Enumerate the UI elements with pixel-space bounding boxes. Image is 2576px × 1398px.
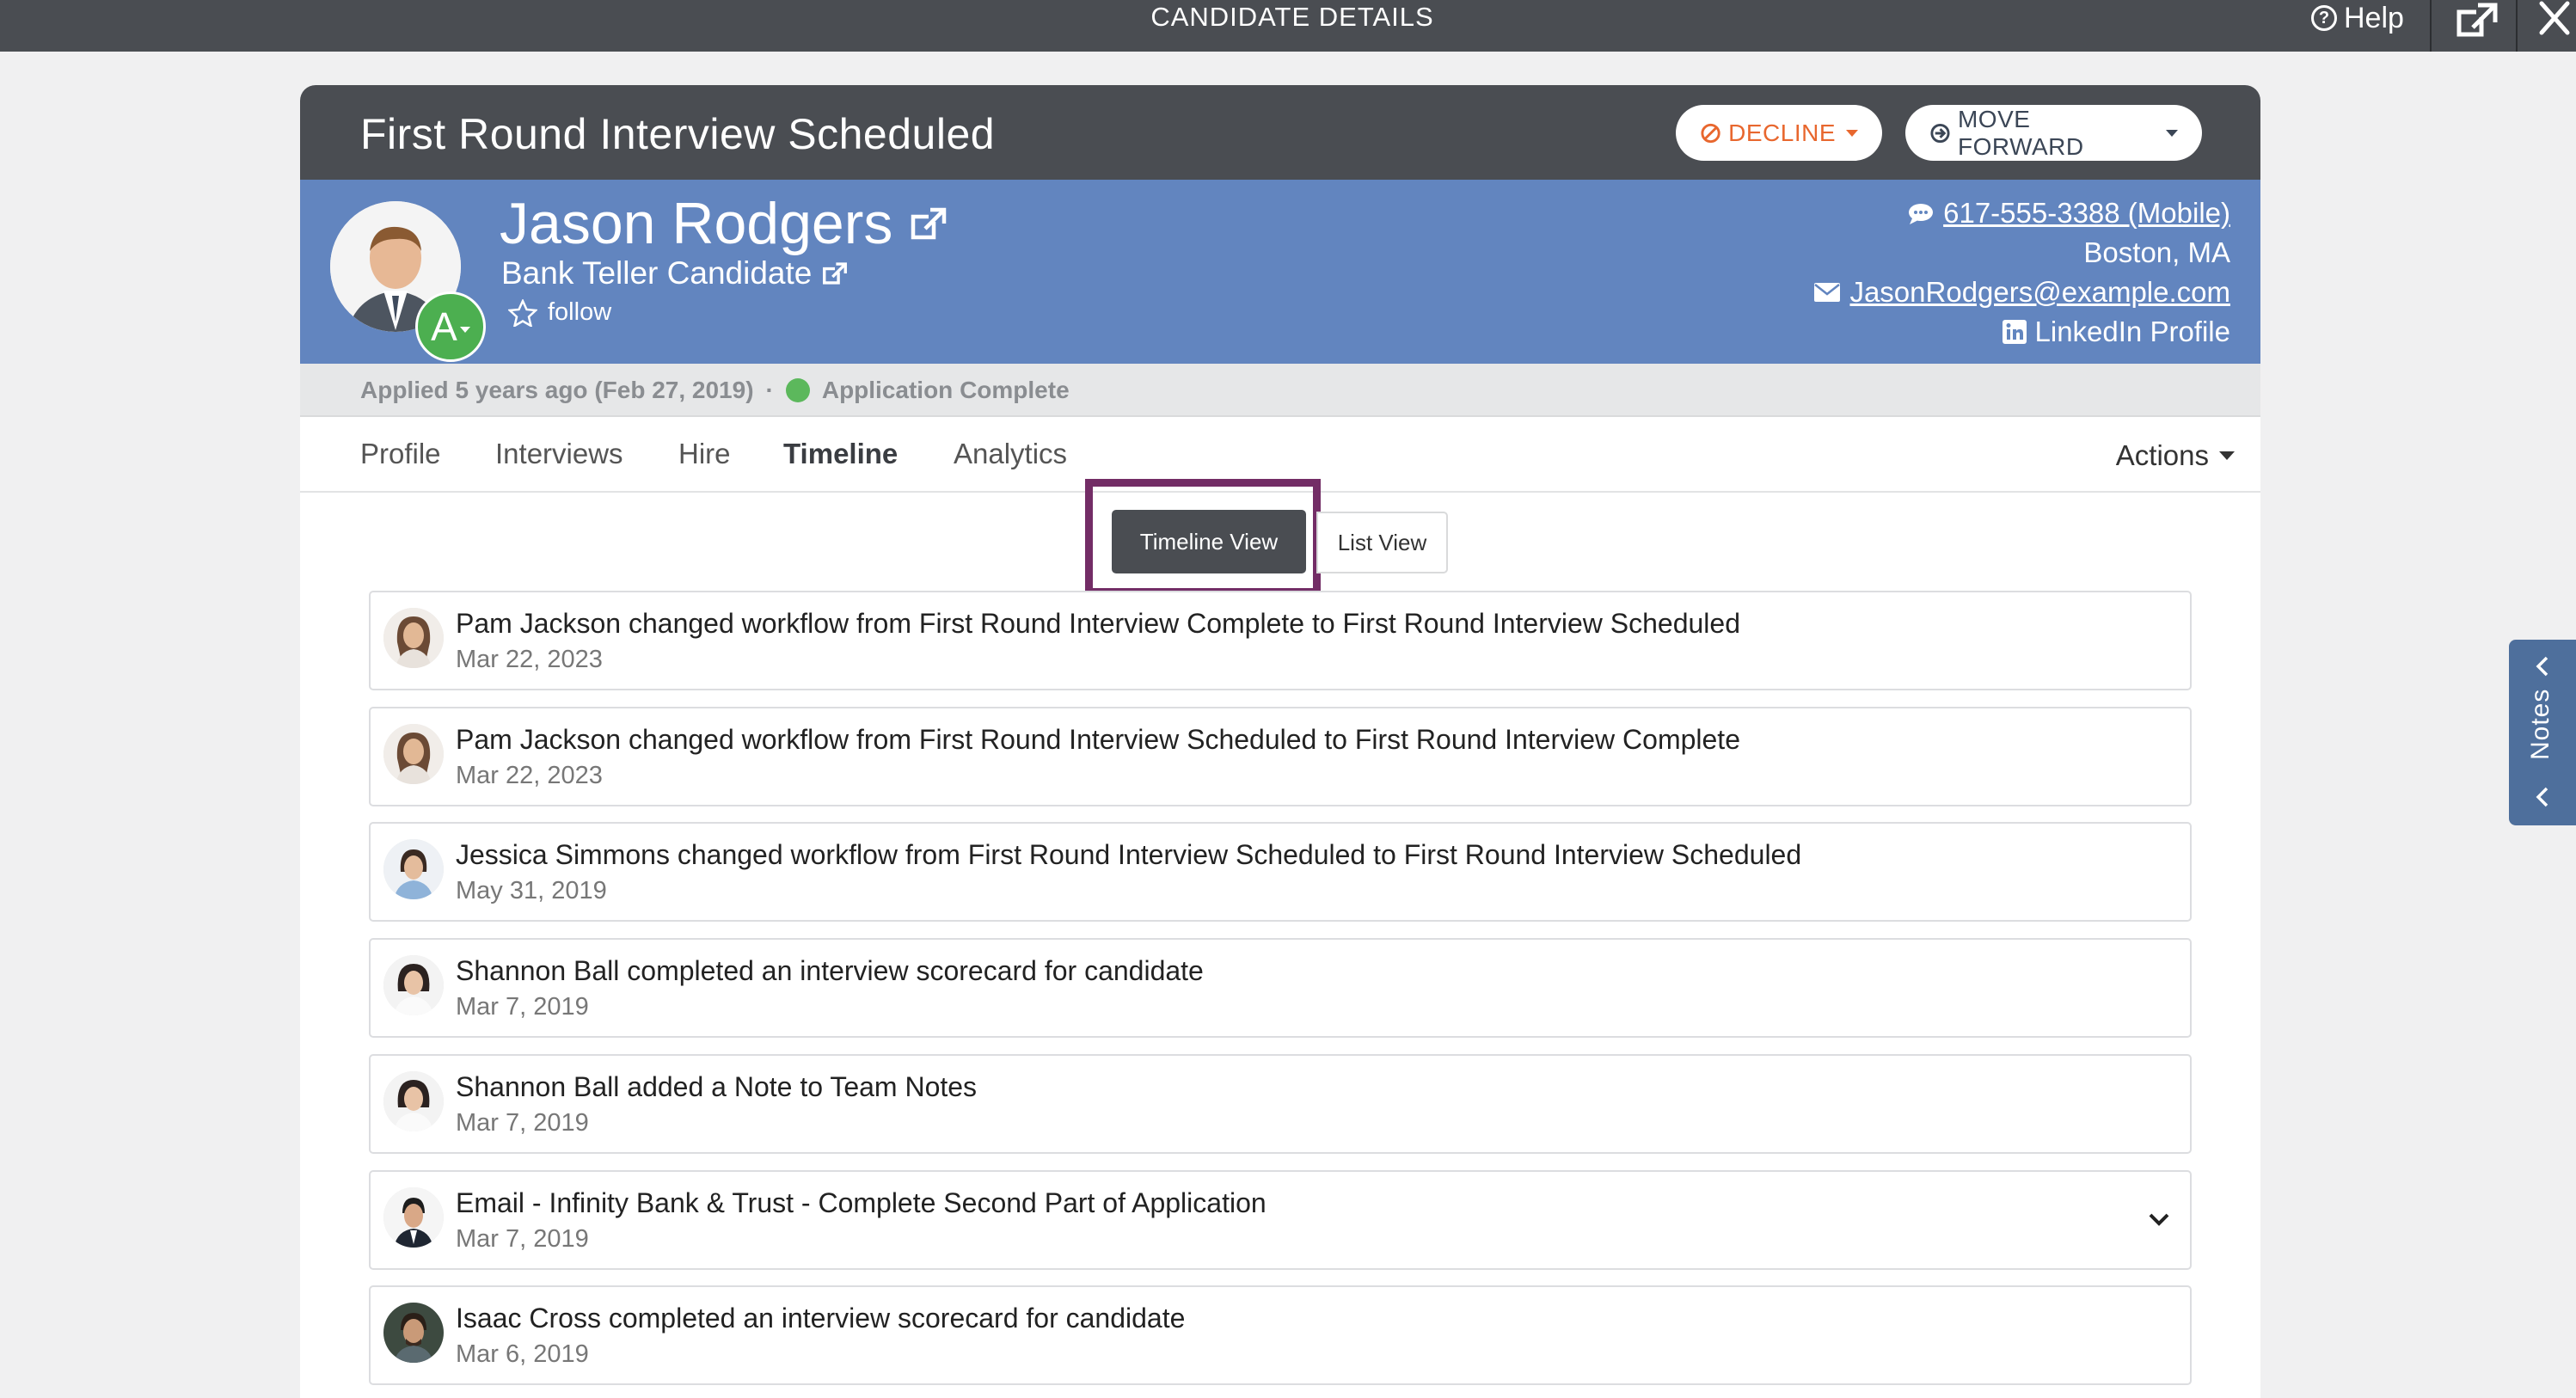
notes-side-tab[interactable]: Notes (2509, 640, 2576, 825)
user-avatar (383, 1071, 444, 1131)
candidate-panel: First Round Interview Scheduled DECLINE … (300, 85, 2260, 1398)
actions-dropdown[interactable]: Actions (2116, 439, 2235, 472)
timeline-item[interactable]: Email - Infinity Bank & Trust - Complete… (369, 1170, 2192, 1270)
move-forward-label: MOVE FORWARD (1957, 105, 2084, 160)
timeline-item: Pam Jackson changed workflow from First … (369, 591, 2192, 690)
timeline-item-title: Shannon Ball completed an interview scor… (456, 955, 1204, 986)
timeline-item-title: Shannon Ball added a Note to Team Notes (456, 1071, 978, 1102)
close-icon[interactable] (2535, 0, 2574, 40)
candidate-grade-badge[interactable]: A (415, 291, 486, 362)
timeline-item: Isaac Cross completed an interview score… (369, 1285, 2192, 1385)
linkedin-label: LinkedIn Profile (2034, 316, 2230, 347)
actions-label: Actions (2115, 439, 2209, 471)
follow-label: follow (548, 298, 612, 326)
contact-info: 617-555-3388 (Mobile) Boston, MA JasonRo… (1813, 193, 2230, 352)
follow-button[interactable]: follow (508, 298, 611, 327)
applied-date: Applied 5 years ago (Feb 27, 2019) (360, 377, 754, 403)
timeline-item-date: Mar 7, 2019 (456, 1109, 589, 1137)
timeline-item: Shannon Ball added a Note to Team Notes … (369, 1054, 2192, 1154)
workflow-status: First Round Interview Scheduled (360, 110, 996, 158)
help-label: Help (2344, 2, 2404, 34)
star-icon (508, 298, 537, 327)
notes-label: Notes (2526, 688, 2555, 760)
workflow-header: First Round Interview Scheduled DECLINE … (300, 85, 2260, 180)
comment-icon (1909, 204, 1934, 224)
divider (2430, 0, 2432, 52)
tab-analytics[interactable]: Analytics (954, 438, 1067, 470)
caret-down-icon (2166, 129, 2178, 137)
chevron-left-icon (2536, 787, 2548, 807)
tab-profile[interactable]: Profile (360, 438, 441, 470)
candidate-name-text: Jason Rodgers (500, 191, 893, 256)
timeline-item: Pam Jackson changed workflow from First … (369, 707, 2192, 806)
timeline-item: Jessica Simmons changed workflow from Fi… (369, 822, 2192, 922)
linkedin-row[interactable]: LinkedIn Profile (1813, 312, 2230, 352)
timeline-item-title: Pam Jackson changed workflow from First … (456, 608, 1740, 639)
user-avatar (383, 608, 444, 668)
caret-down-icon (459, 327, 470, 334)
timeline-item-date: Mar 22, 2023 (456, 646, 603, 673)
user-avatar (383, 955, 444, 1015)
move-forward-button[interactable]: MOVE FORWARD (1905, 105, 2202, 161)
phone-row: 617-555-3388 (Mobile) (1813, 193, 2230, 233)
job-title-text[interactable]: Bank Teller Candidate (501, 255, 812, 291)
divider (2516, 0, 2518, 52)
timeline-item-date: May 31, 2019 (456, 877, 607, 904)
candidate-name: Jason Rodgers (500, 190, 948, 257)
timeline-item-date: Mar 22, 2023 (456, 762, 603, 789)
user-avatar (383, 724, 444, 784)
arrow-circle-right-icon (1930, 123, 1950, 143)
caret-down-icon (2219, 451, 2235, 460)
timeline-item-title: Email - Infinity Bank & Trust - Complete… (456, 1187, 1267, 1218)
user-avatar (383, 1187, 444, 1248)
linkedin-icon (2002, 320, 2027, 344)
grade-value: A (431, 304, 457, 349)
timeline-item-title: Jessica Simmons changed workflow from Fi… (456, 839, 1802, 870)
question-icon: ? (2311, 5, 2337, 31)
timeline-item-title: Isaac Cross completed an interview score… (456, 1303, 1186, 1334)
timeline-view-button[interactable]: Timeline View (1112, 510, 1306, 573)
candidate-profile-banner: A Jason Rodgers Bank Teller Candidate fo… (300, 180, 2260, 364)
external-link-icon[interactable] (822, 261, 848, 285)
decline-button[interactable]: DECLINE (1676, 105, 1882, 161)
status-dot (785, 378, 810, 402)
tab-hire[interactable]: Hire (678, 438, 731, 470)
email-row: JasonRodgers@example.com (1813, 273, 2230, 312)
phone-link[interactable]: 617-555-3388 (Mobile) (1943, 193, 2230, 233)
list-view-button[interactable]: List View (1316, 512, 1448, 573)
job-title: Bank Teller Candidate (501, 255, 848, 291)
ban-icon (1701, 123, 1720, 143)
envelope-icon (1814, 283, 1841, 302)
timeline-item-title: Pam Jackson changed workflow from First … (456, 724, 1740, 755)
application-status-bar: Applied 5 years ago (Feb 27, 2019) · App… (300, 364, 2260, 417)
help-button[interactable]: ? Help (2311, 0, 2404, 36)
timeline-item-date: Mar 7, 2019 (456, 993, 589, 1021)
tab-interviews[interactable]: Interviews (495, 438, 623, 470)
timeline-item: Shannon Ball completed an interview scor… (369, 938, 2192, 1038)
chevron-down-icon[interactable] (2147, 1210, 2171, 1230)
external-link-icon[interactable] (2452, 0, 2500, 41)
chevron-left-icon (2536, 656, 2548, 677)
tab-timeline[interactable]: Timeline (783, 438, 898, 470)
window-title: CANDIDATE DETAILS (1150, 2, 1434, 32)
location-row: Boston, MA (1813, 233, 2230, 273)
external-link-icon[interactable] (910, 206, 948, 241)
timeline-item-date: Mar 7, 2019 (456, 1225, 589, 1253)
top-bar: CANDIDATE DETAILS ? Help (0, 0, 2576, 52)
timeline-item-date: Mar 6, 2019 (456, 1340, 589, 1368)
user-avatar (383, 839, 444, 899)
location-text: Boston, MA (2083, 236, 2230, 268)
email-link[interactable]: JasonRodgers@example.com (1849, 273, 2230, 312)
user-avatar (383, 1303, 444, 1363)
decline-label: DECLINE (1728, 119, 1836, 146)
separator-dot: · (765, 377, 774, 403)
application-status: Application Complete (821, 377, 1070, 403)
caret-down-icon (1846, 129, 1858, 137)
